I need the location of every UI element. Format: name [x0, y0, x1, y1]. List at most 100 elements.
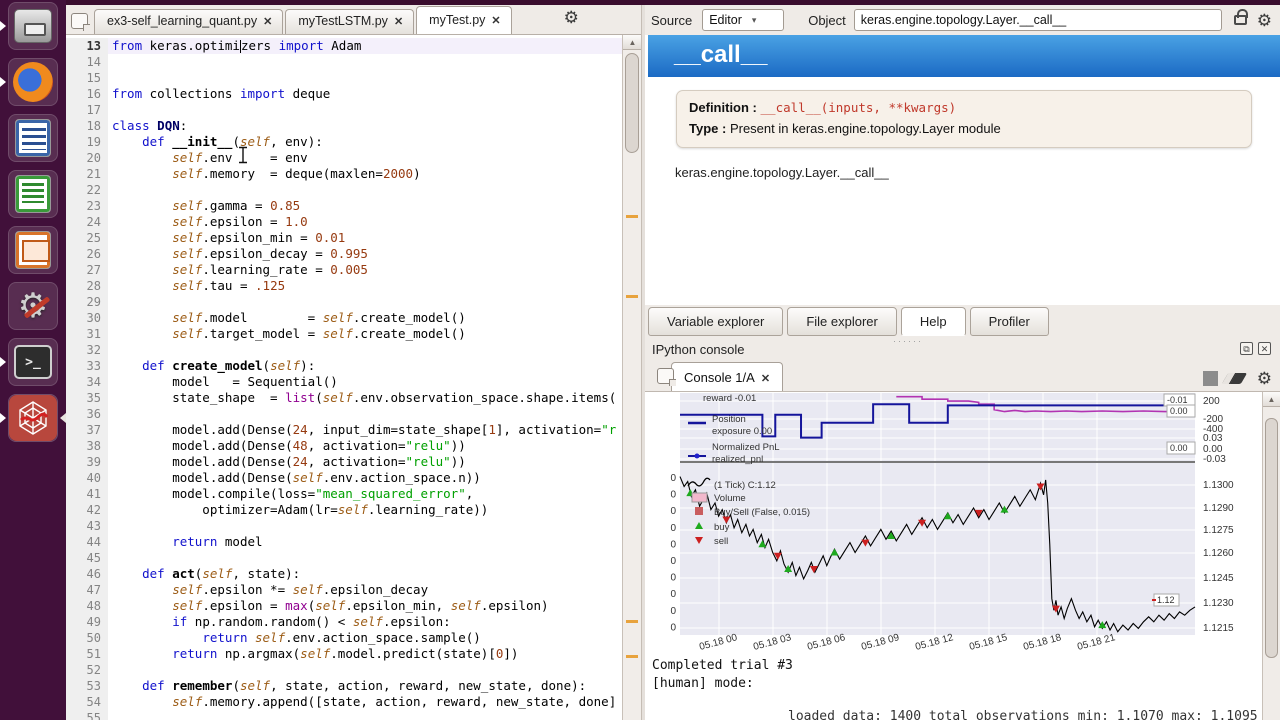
definition-box: Definition : __call__(inputs, **kwargs) …	[676, 90, 1252, 148]
line-number: 53	[66, 678, 108, 694]
svg-text:Volume: Volume	[714, 493, 746, 504]
line-number: 34	[66, 374, 108, 390]
spyder-icon[interactable]	[8, 394, 58, 442]
tab-console-1a[interactable]: Console 1/A✕	[671, 362, 783, 391]
writer-icon[interactable]	[8, 114, 58, 162]
code-line[interactable]: 47 self.epsilon *= self.epsilon_decay	[66, 582, 622, 598]
running-indicator	[0, 21, 6, 31]
line-number: 40	[66, 470, 108, 486]
code-line[interactable]: 38 model.add(Dense(48, activation="relu"…	[66, 438, 622, 454]
code-line[interactable]: 32	[66, 342, 622, 358]
code-line[interactable]: 41 model.compile(loss="mean_squared_erro…	[66, 486, 622, 502]
code-line[interactable]: 46 def act(self, state):	[66, 566, 622, 582]
help-pane: __call__ Definition : __call__(inputs, *…	[645, 35, 1280, 305]
interrupt-kernel-icon[interactable]	[1203, 371, 1218, 386]
settings-icon[interactable]: ⚙	[8, 282, 58, 330]
spyder-window: ⚙ >_ ex3-self_learning_quant.py✕	[0, 0, 1280, 720]
console-options-gear-icon[interactable]: ⚙	[1257, 370, 1272, 387]
editor-options-gear-icon[interactable]: ⚙	[564, 9, 579, 26]
code-line[interactable]: 48 self.epsilon = max(self.epsilon_min, …	[66, 598, 622, 614]
line-number: 48	[66, 598, 108, 614]
code-line[interactable]: 23 self.gamma = 0.85	[66, 198, 622, 214]
archive-icon[interactable]	[8, 2, 58, 50]
code-line[interactable]: 44 return model	[66, 534, 622, 550]
close-icon[interactable]: ✕	[761, 373, 770, 385]
editor-scrollbar[interactable]: ▲	[622, 35, 641, 720]
code-line[interactable]: 35 state_shape = list(self.env.observati…	[66, 390, 622, 406]
code-line[interactable]: 50 return self.env.action_space.sample()	[66, 630, 622, 646]
code-line[interactable]: 18class DQN:	[66, 118, 622, 134]
code-line[interactable]: 40 model.add(Dense(self.env.action_space…	[66, 470, 622, 486]
code-editor[interactable]: 13from keras.optimizers import Adam14151…	[66, 35, 622, 720]
code-line[interactable]: 43	[66, 518, 622, 534]
undock-icon[interactable]: ⧉	[1240, 342, 1253, 355]
tab-ex3-self-learning-quant[interactable]: ex3-self_learning_quant.py✕	[94, 9, 283, 34]
code-line[interactable]: 17	[66, 102, 622, 118]
code-line[interactable]: 25 self.epsilon_min = 0.01	[66, 230, 622, 246]
code-line[interactable]: 42 optimizer=Adam(lr=self.learning_rate)…	[66, 502, 622, 518]
console-output[interactable]: reward -0.01Positionexposure 0.00Normali…	[645, 392, 1262, 720]
code-line[interactable]: 36	[66, 406, 622, 422]
code-line[interactable]: 30 self.model = self.create_model()	[66, 310, 622, 326]
code-line[interactable]: 51 return np.argmax(self.model.predict(s…	[66, 646, 622, 662]
code-line[interactable]: 52	[66, 662, 622, 678]
code-line[interactable]: 13from keras.optimizers import Adam	[66, 38, 622, 54]
code-line[interactable]: 28 self.tau = .125	[66, 278, 622, 294]
code-line[interactable]: 16from collections import deque	[66, 86, 622, 102]
scrollbar-thumb[interactable]	[625, 53, 639, 153]
line-number: 44	[66, 534, 108, 550]
browse-tabs-button[interactable]	[71, 13, 88, 29]
code-line[interactable]: 37 model.add(Dense(24, input_dim=state_s…	[66, 422, 622, 438]
code-line[interactable]: 49 if np.random.random() < self.epsilon:	[66, 614, 622, 630]
line-number: 43	[66, 518, 108, 534]
code-line[interactable]: 14	[66, 54, 622, 70]
code-line[interactable]: 34 model = Sequential()	[66, 374, 622, 390]
code-line[interactable]: 33 def create_model(self):	[66, 358, 622, 374]
svg-text:0: 0	[670, 606, 676, 617]
tab-mytestlstm[interactable]: myTestLSTM.py✕	[285, 9, 414, 34]
code-line[interactable]: 29	[66, 294, 622, 310]
code-line[interactable]: 15	[66, 70, 622, 86]
code-line[interactable]: 55	[66, 710, 622, 720]
svg-text:(1 Tick) C:1.12: (1 Tick) C:1.12	[714, 480, 776, 491]
close-pane-icon[interactable]: ✕	[1258, 342, 1271, 355]
code-line[interactable]: 39 model.add(Dense(24, activation="relu"…	[66, 454, 622, 470]
code-line[interactable]: 53 def remember(self, state, action, rew…	[66, 678, 622, 694]
source-select[interactable]: Editor▾	[702, 9, 784, 31]
code-line[interactable]: 19 def __init__(self, env):	[66, 134, 622, 150]
impress-icon[interactable]	[8, 226, 58, 274]
close-icon[interactable]: ✕	[394, 16, 403, 28]
eraser-icon[interactable]	[1222, 373, 1247, 384]
code-line[interactable]: 54 self.memory.append([state, action, re…	[66, 694, 622, 710]
code-line[interactable]: 27 self.learning_rate = 0.005	[66, 262, 622, 278]
terminal-icon[interactable]: >_	[8, 338, 58, 386]
calc-icon[interactable]	[8, 170, 58, 218]
code-line[interactable]: 31 self.target_model = self.create_model…	[66, 326, 622, 342]
code-line[interactable]: 22	[66, 182, 622, 198]
scroll-up-icon[interactable]: ▲	[623, 35, 642, 50]
object-input[interactable]: keras.engine.topology.Layer.__call__	[854, 9, 1222, 31]
scroll-up-icon[interactable]: ▲	[1263, 392, 1280, 407]
help-options-gear-icon[interactable]: ⚙	[1257, 12, 1272, 29]
svg-text:0.00: 0.00	[1170, 406, 1188, 416]
firefox-icon[interactable]	[8, 58, 58, 106]
code-line[interactable]: 45	[66, 550, 622, 566]
tab-help[interactable]: Help	[901, 307, 966, 336]
code-line[interactable]: 24 self.epsilon = 1.0	[66, 214, 622, 230]
lock-icon[interactable]	[1234, 15, 1247, 25]
browse-consoles-button[interactable]	[657, 368, 674, 384]
console-line: Completed trial #3	[652, 658, 793, 673]
code-line[interactable]: 20 self.env = env	[66, 150, 622, 166]
tab-variable-explorer[interactable]: Variable explorer	[648, 307, 783, 336]
tab-profiler[interactable]: Profiler	[970, 307, 1049, 336]
tab-file-explorer[interactable]: File explorer	[787, 307, 897, 336]
close-icon[interactable]: ✕	[263, 16, 272, 28]
scrollbar-thumb[interactable]	[1265, 418, 1278, 658]
tab-mytest[interactable]: myTest.py✕	[416, 6, 511, 34]
svg-text:1.1275: 1.1275	[1203, 525, 1234, 536]
code-line[interactable]: 21 self.memory = deque(maxlen=2000)	[66, 166, 622, 182]
code-line[interactable]: 26 self.epsilon_decay = 0.995	[66, 246, 622, 262]
console-scrollbar[interactable]: ▲	[1262, 392, 1280, 720]
close-icon[interactable]: ✕	[491, 15, 500, 27]
console-pane-header: IPython console ⧉ ✕	[645, 339, 1280, 360]
